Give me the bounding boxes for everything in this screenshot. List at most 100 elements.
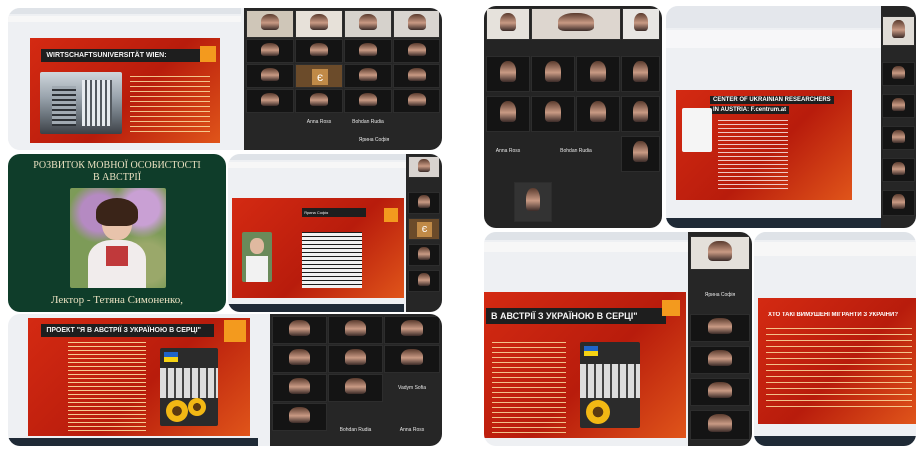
- video-tile: [514, 182, 552, 222]
- video-tile: [272, 316, 327, 344]
- collage-tile-lecture-card: РОЗВИТОК МОВНОЇ ОСОБИСТОСТІ В АВСТРІЇ Ле…: [8, 154, 226, 312]
- video-tile: [690, 410, 750, 440]
- zoom-gallery: є: [406, 154, 442, 312]
- video-tile: [328, 316, 383, 344]
- slide-text: [302, 232, 362, 288]
- video-tile: [882, 126, 915, 150]
- video-tile: [576, 96, 620, 132]
- video-tile: [393, 64, 440, 88]
- video-tile: [408, 192, 440, 214]
- video-tile: [344, 89, 392, 113]
- video-tile: [690, 346, 750, 374]
- video-tile: [882, 94, 915, 118]
- participant-name: Ярина Софія: [358, 137, 390, 143]
- participant-name: Vadym Sofia: [398, 385, 426, 391]
- taskbar: [666, 218, 881, 228]
- collage-tile-migrants-slide: ХТО ТАКІ ВИМУШЕНІ МІГРАНТИ З УКРАЇНИ?: [754, 232, 916, 446]
- slide: CENTER OF UKRAINIAN RESEARCHERS IN AUSTR…: [676, 90, 852, 200]
- slide: WIRTSCHAFTSUNIVERSITÄT WIEN:: [30, 38, 220, 143]
- slide-text: [68, 342, 146, 432]
- slide: ХТО ТАКІ ВИМУШЕНІ МІГРАНТИ З УКРАЇНИ?: [758, 298, 916, 424]
- taskbar: [8, 438, 258, 446]
- video-tile: [246, 10, 294, 38]
- slide-text: [492, 342, 566, 434]
- video-tile: [486, 8, 530, 40]
- collage-tile-austria-slide: В АВСТРІЇ З УКРАЇНОЮ В СЕРЦІ" Ярина Софі…: [484, 232, 752, 446]
- video-tile: є: [295, 64, 343, 88]
- video-tile: [246, 39, 294, 63]
- video-tile: [393, 39, 440, 63]
- video-tile: [621, 96, 660, 132]
- speaker-photo: [242, 232, 272, 282]
- video-tile: [408, 244, 440, 266]
- taskbar: [754, 436, 916, 446]
- slide-accent: [384, 208, 398, 222]
- video-tile: [272, 374, 327, 402]
- video-tile: [393, 10, 440, 38]
- slide-title: WIRTSCHAFTSUNIVERSITÄT WIEN:: [41, 48, 201, 62]
- slide-accent: [200, 46, 216, 62]
- collage-tile-presentation-2: Ярина Софія є: [228, 154, 442, 312]
- video-tile: [272, 345, 327, 373]
- video-tile: є: [408, 218, 440, 240]
- collage-tile-uni-presentation: WIRTSCHAFTSUNIVERSITÄT WIEN: є Anna Ross…: [8, 8, 442, 150]
- video-tile: [408, 156, 440, 178]
- video-tile: [882, 62, 915, 86]
- video-tile: [576, 56, 620, 92]
- card-title-line1: РОЗВИТОК МОВНОЇ ОСОБИСТОСТІ: [33, 160, 201, 171]
- slide-accent: [662, 300, 680, 316]
- participant-name: Bohdan Rudia: [352, 119, 384, 125]
- video-tile: [408, 270, 440, 292]
- sunflower-photo: [160, 348, 218, 426]
- browser-toolbar: [666, 6, 916, 28]
- slide-title: ПРОЕКТ "Я В АВСТРІЇ З УКРАЇНОЮ В СЕРЦІ": [41, 324, 215, 337]
- taskbar: [228, 304, 404, 312]
- video-tile: [328, 345, 383, 373]
- video-tile: [384, 316, 440, 344]
- zoom-gallery: [881, 6, 916, 228]
- slide-title: В АВСТРІЇ З УКРАЇНОЮ В СЕРЦІ": [486, 308, 666, 324]
- collage-tile-gallery: Anna Ross Bohdan Rudia: [484, 6, 662, 228]
- video-tile: [882, 16, 915, 46]
- zoom-gallery: Ярина Софія: [688, 232, 752, 446]
- slide-text: [130, 76, 210, 136]
- video-tile: [486, 56, 530, 92]
- participant-name: Ярина Софія: [704, 292, 736, 298]
- participant-name: Bohdan Rudia: [560, 148, 592, 154]
- participant-name: Anna Ross: [495, 148, 521, 154]
- slide-title: ХТО ТАКІ ВИМУШЕНІ МІГРАНТИ З УКРАЇНИ?: [768, 312, 898, 318]
- participant-name: Anna Ross: [399, 427, 425, 433]
- sunflower-photo: [580, 342, 640, 428]
- video-tile: [272, 403, 327, 431]
- website-screenshot: [682, 108, 712, 152]
- video-tile: [246, 64, 294, 88]
- video-tile: [344, 10, 392, 38]
- slide-title-line2: IN AUSTRIA: F.centrum.at: [710, 106, 790, 114]
- video-tile: [486, 96, 530, 132]
- video-tile: [690, 236, 750, 270]
- presentation-window: WIRTSCHAFTSUNIVERSITÄT WIEN:: [8, 8, 241, 150]
- slide-accent: [224, 320, 246, 342]
- video-tile: [690, 378, 750, 406]
- participant-name: Anna Ross: [306, 119, 332, 125]
- ribbon: [754, 242, 916, 256]
- card-title-line2: В АВСТРІЇ: [92, 172, 142, 183]
- video-tile: [344, 39, 392, 63]
- building-photo: [40, 72, 122, 134]
- video-tile: [882, 190, 915, 216]
- slide: Ярина Софія: [232, 198, 404, 298]
- slide: В АВСТРІЇ З УКРАЇНОЮ В СЕРЦІ": [484, 292, 686, 438]
- video-tile: [328, 374, 383, 402]
- slide-text: [718, 120, 788, 190]
- video-tile: [295, 10, 343, 38]
- ribbon: [666, 30, 916, 48]
- collage-tile-center-presentation: CENTER OF UKRAINIAN RESEARCHERS IN AUSTR…: [666, 6, 916, 228]
- video-tile: [246, 89, 294, 113]
- zoom-gallery: Vadym Sofia Bohdan Rudia Anna Ross: [270, 314, 442, 446]
- slide: ПРОЕКТ "Я В АВСТРІЇ З УКРАЇНОЮ В СЕРЦІ": [28, 318, 250, 436]
- video-tile: [882, 158, 915, 182]
- zoom-gallery: є Anna Ross Bohdan Rudia Ярина Софія: [244, 8, 442, 150]
- slide-title: Ярина Софія: [302, 208, 366, 217]
- browser-toolbar: [754, 232, 916, 240]
- lecturer-photo: [70, 188, 166, 288]
